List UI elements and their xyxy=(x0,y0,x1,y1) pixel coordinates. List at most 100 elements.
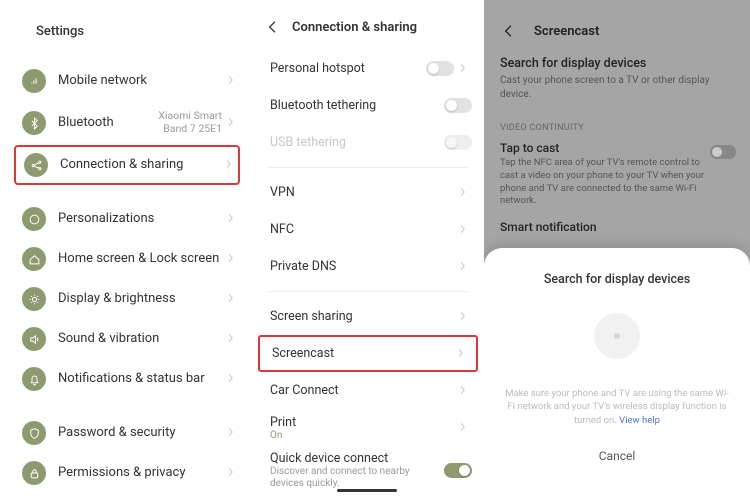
chevron-right-icon xyxy=(226,157,232,173)
chevron-right-icon xyxy=(228,331,234,347)
chevron-right-icon xyxy=(228,371,234,387)
row-label: Personal hotspot xyxy=(270,61,420,76)
bell-icon xyxy=(22,367,46,391)
toggle-on[interactable] xyxy=(444,463,472,478)
row-label: Car Connect xyxy=(270,383,460,398)
row-label: NFC xyxy=(270,222,460,237)
chevron-right-icon xyxy=(228,251,234,267)
back-icon[interactable] xyxy=(500,22,518,40)
row-nfc[interactable]: NFC xyxy=(258,211,478,248)
sheet-title: Search for display devices xyxy=(544,272,690,287)
chevron-right-icon xyxy=(458,346,464,362)
row-subtext: On xyxy=(270,430,460,441)
home-indicator xyxy=(337,489,397,492)
row-screencast[interactable]: Screencast xyxy=(258,335,478,372)
chevron-right-icon xyxy=(460,259,466,275)
connection-sharing-panel: Connection & sharing Personal hotspot Bl… xyxy=(250,0,484,500)
row-label: VPN xyxy=(270,185,460,200)
chevron-right-icon xyxy=(460,420,466,436)
page-title: Connection & sharing xyxy=(292,20,417,35)
view-help-link[interactable]: View help xyxy=(619,415,660,426)
chevron-right-icon xyxy=(228,211,234,227)
row-screen-sharing[interactable]: Screen sharing xyxy=(258,298,478,335)
row-label: Bluetooth xyxy=(58,115,142,131)
row-home-lock[interactable]: Home screen & Lock screen xyxy=(14,239,240,279)
row-subtext: Discover and connect to nearby devices q… xyxy=(270,466,438,490)
search-devices-sheet: Search for display devices Make sure you… xyxy=(484,248,750,500)
row-quick-device-connect[interactable]: Quick device connect Discover and connec… xyxy=(258,446,478,494)
chevron-right-icon xyxy=(228,291,234,307)
row-label: Screencast xyxy=(272,346,458,361)
row-label: Quick device connect xyxy=(270,451,438,466)
toggle-off[interactable] xyxy=(426,61,454,76)
row-display[interactable]: Display & brightness xyxy=(14,279,240,319)
toggle-disabled xyxy=(444,135,472,150)
row-notifications[interactable]: Notifications & status bar xyxy=(14,359,240,399)
chevron-right-icon xyxy=(228,465,234,481)
sun-icon xyxy=(22,287,46,311)
row-print[interactable]: Print On xyxy=(258,409,478,446)
row-bluetooth-tethering[interactable]: Bluetooth tethering xyxy=(258,87,478,124)
chevron-right-icon xyxy=(228,425,234,441)
cancel-button[interactable]: Cancel xyxy=(599,449,636,463)
row-personalizations[interactable]: Personalizations xyxy=(14,199,240,239)
row-label: Home screen & Lock screen xyxy=(58,251,228,267)
row-connection-sharing[interactable]: Connection & sharing xyxy=(14,145,240,185)
chevron-right-icon xyxy=(460,309,466,325)
header: Connection & sharing xyxy=(258,18,478,36)
row-car-connect[interactable]: Car Connect xyxy=(258,372,478,409)
lock-icon xyxy=(22,461,46,485)
chevron-right-icon xyxy=(460,185,466,201)
divider xyxy=(268,291,468,292)
row-sound[interactable]: Sound & vibration xyxy=(14,319,240,359)
screencast-panel: Screencast Search for display devices Ca… xyxy=(484,0,750,500)
row-label: Notifications & status bar xyxy=(58,371,228,387)
row-smart-notification[interactable]: Smart notification xyxy=(500,220,736,234)
row-label: Bluetooth tethering xyxy=(270,98,438,113)
page-title: Screencast xyxy=(534,24,599,39)
speaker-icon xyxy=(22,327,46,351)
toggle-off[interactable] xyxy=(710,145,736,159)
toggle-off[interactable] xyxy=(444,98,472,113)
row-permissions[interactable]: Permissions & privacy xyxy=(14,453,240,493)
back-icon[interactable] xyxy=(264,18,282,36)
row-password-security[interactable]: Password & security xyxy=(14,413,240,453)
row-personal-hotspot[interactable]: Personal hotspot xyxy=(258,50,478,87)
chevron-right-icon xyxy=(460,383,466,399)
row-label: Personalizations xyxy=(58,211,228,227)
row-label: Private DNS xyxy=(270,259,460,274)
row-label: Sound & vibration xyxy=(58,331,228,347)
palette-icon xyxy=(22,207,46,231)
shield-icon xyxy=(22,421,46,445)
loading-spinner-icon xyxy=(594,313,640,359)
row-usb-tethering: USB tethering xyxy=(258,124,478,161)
bluetooth-icon xyxy=(22,111,46,135)
row-label: USB tethering xyxy=(270,135,438,150)
divider xyxy=(268,167,468,168)
row-mobile-network[interactable]: Mobile network xyxy=(14,61,240,101)
chevron-right-icon xyxy=(460,222,466,238)
sheet-help-text: Make sure your phone and TV are using th… xyxy=(504,387,730,427)
row-description: Tap the NFC area of your TV's remote con… xyxy=(500,157,710,208)
row-bluetooth[interactable]: Bluetooth Xiaomi Smart Band 7 25E1 xyxy=(14,101,240,145)
home-icon xyxy=(22,247,46,271)
search-description: Cast your phone screen to a TV or other … xyxy=(500,74,736,101)
row-tap-to-cast[interactable]: Tap to cast Tap the NFC area of your TV'… xyxy=(500,141,736,208)
chevron-right-icon xyxy=(228,115,234,131)
row-label: Mobile network xyxy=(58,73,228,89)
row-label: Password & security xyxy=(58,425,228,441)
row-vpn[interactable]: VPN xyxy=(258,174,478,211)
chevron-right-icon xyxy=(228,73,234,89)
page-title: Settings xyxy=(36,24,240,39)
row-label: Connection & sharing xyxy=(60,157,226,173)
row-label: Tap to cast xyxy=(500,141,710,155)
row-label: Display & brightness xyxy=(58,291,228,307)
chevron-right-icon xyxy=(460,61,466,77)
search-heading: Search for display devices xyxy=(500,56,736,71)
row-label: Screen sharing xyxy=(270,309,460,324)
row-private-dns[interactable]: Private DNS xyxy=(258,248,478,285)
settings-panel: Settings Mobile network Bluetooth Xiaomi… xyxy=(0,0,250,500)
row-subtext: Xiaomi Smart Band 7 25E1 xyxy=(142,110,222,135)
row-label: Print xyxy=(270,415,460,430)
share-icon xyxy=(24,153,48,177)
